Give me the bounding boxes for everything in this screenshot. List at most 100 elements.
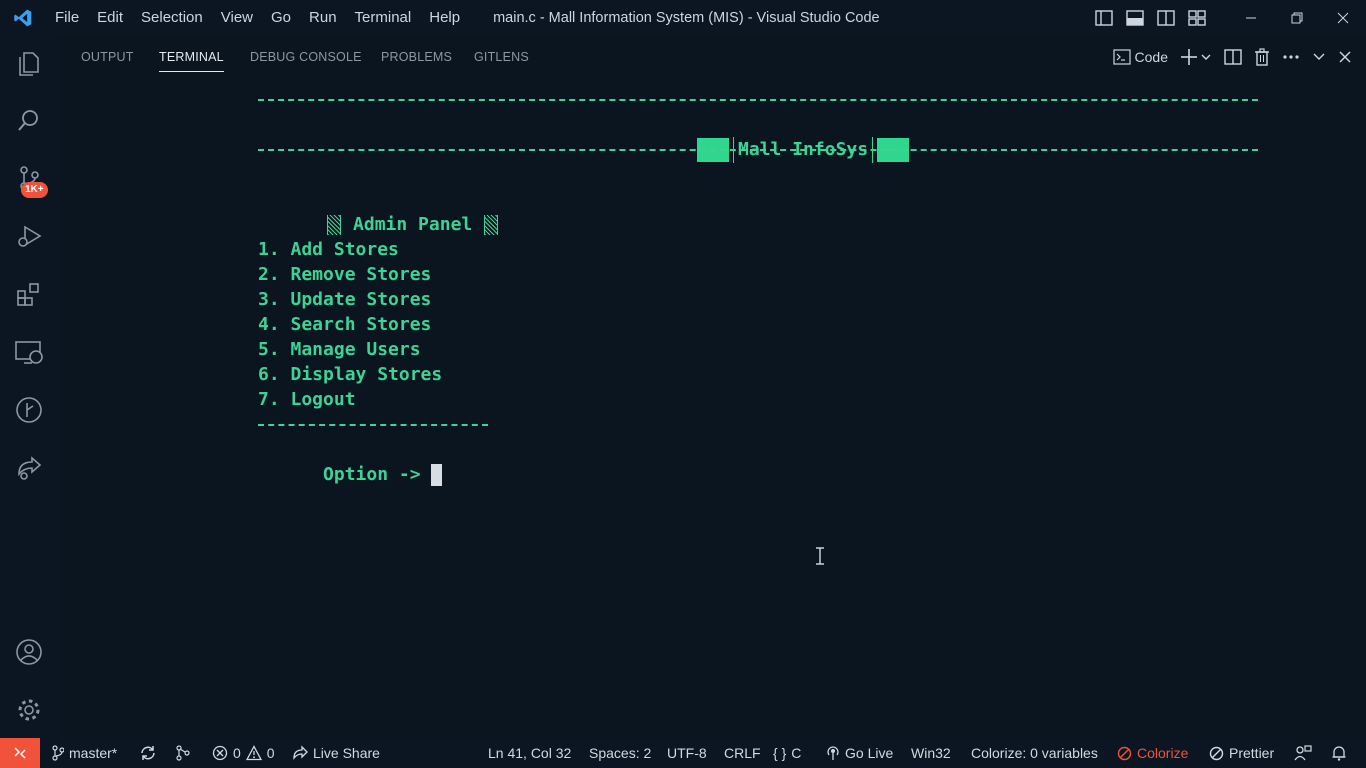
menu-option: 7. Logout <box>258 389 356 410</box>
dashed-divider <box>258 149 1258 151</box>
terminal-panel: OUTPUT TERMINAL DEBUG CONSOLE PROBLEMS G… <box>58 36 1366 738</box>
dashed-divider <box>258 99 1258 101</box>
terminal-output[interactable]: Mall InfoSys Admin Panel 1. Add Stores 2… <box>258 86 1298 706</box>
menu-run[interactable]: Run <box>300 0 346 36</box>
kill-terminal-trash-icon[interactable] <box>1248 36 1276 78</box>
menu-option: 6. Display Stores <box>258 364 443 385</box>
remote-indicator-icon[interactable] <box>0 738 40 768</box>
warning-icon <box>245 745 262 761</box>
minimize-window-icon[interactable] <box>1228 0 1274 36</box>
circle-slash-icon <box>1117 746 1132 760</box>
menu-option: 4. Search Stores <box>258 314 432 335</box>
circle-slash-icon <box>1209 746 1224 760</box>
git-graph-icon[interactable] <box>0 386 58 434</box>
new-terminal-button[interactable] <box>1174 36 1218 78</box>
toggle-primary-sidebar-icon[interactable] <box>1088 0 1119 36</box>
warning-count: 0 <box>266 745 275 761</box>
search-icon[interactable] <box>0 96 58 144</box>
live-share-icon[interactable] <box>0 444 58 492</box>
status-bar: master* 0 0 Live Share Ln 41, Col 32 Spa… <box>0 738 1366 768</box>
chevron-down-icon <box>1201 54 1211 60</box>
vscode-logo-icon <box>0 0 46 36</box>
colorize-variables[interactable]: Colorize: 0 variables <box>971 738 1098 768</box>
live-share-icon <box>293 745 308 760</box>
terminal-shell-selector[interactable]: Code <box>1107 36 1174 78</box>
toggle-secondary-sidebar-icon[interactable] <box>1150 0 1181 36</box>
menu-help[interactable]: Help <box>420 0 469 36</box>
feedback-icon[interactable] <box>1294 738 1312 768</box>
sync-icon[interactable] <box>139 738 157 768</box>
panel-header: OUTPUT TERMINAL DEBUG CONSOLE PROBLEMS G… <box>58 36 1366 78</box>
close-window-icon[interactable] <box>1320 0 1366 36</box>
scm-count-badge: 1K+ <box>21 182 48 198</box>
maximize-panel-chevron-icon[interactable] <box>1306 36 1332 78</box>
shade-block-icon <box>484 215 499 235</box>
customize-layout-icon[interactable] <box>1181 0 1212 36</box>
error-icon <box>212 745 228 761</box>
language-label: C <box>791 745 802 761</box>
menu-option: 1. Add Stores <box>258 239 399 260</box>
platform[interactable]: Win32 <box>911 738 951 768</box>
cursor-position[interactable]: Ln 41, Col 32 <box>488 738 571 768</box>
branch-name: master* <box>69 745 118 761</box>
restore-window-icon[interactable] <box>1274 0 1320 36</box>
extensions-icon[interactable] <box>0 270 58 318</box>
colorize-label: Colorize <box>1137 745 1189 761</box>
prettier-label: Prettier <box>1229 745 1275 761</box>
menu-option: 5. Manage Users <box>258 339 421 360</box>
encoding[interactable]: UTF-8 <box>667 738 707 768</box>
git-graph-status-icon[interactable] <box>175 738 191 768</box>
indentation[interactable]: Spaces: 2 <box>589 738 651 768</box>
shell-label: Code <box>1134 49 1168 65</box>
language-mode[interactable]: { } C <box>773 738 801 768</box>
error-count: 0 <box>233 745 241 761</box>
title-bar: File Edit Selection View Go Run Terminal… <box>0 0 1366 36</box>
problems-indicator[interactable]: 0 0 <box>212 738 275 768</box>
live-share-button[interactable]: Live Share <box>292 738 380 768</box>
terminal-icon <box>1112 49 1131 65</box>
menu-selection[interactable]: Selection <box>132 0 212 36</box>
i-beam-cursor-icon <box>816 547 824 565</box>
window-title: main.c - Mall Information System (MIS) -… <box>493 10 880 26</box>
menu-go[interactable]: Go <box>262 0 300 36</box>
more-actions-icon[interactable] <box>1276 36 1306 78</box>
tab-debug-console[interactable]: DEBUG CONSOLE <box>250 36 362 78</box>
menu-option: 3. Update Stores <box>258 289 432 310</box>
tab-gitlens[interactable]: GITLENS <box>474 36 529 78</box>
end-of-line[interactable]: CRLF <box>724 738 761 768</box>
branch-indicator[interactable]: master* <box>52 738 117 768</box>
menu-edit[interactable]: Edit <box>88 0 132 36</box>
prettier-button[interactable]: Prettier <box>1209 738 1274 768</box>
remote-explorer-icon[interactable] <box>0 328 58 376</box>
shade-block-icon <box>327 215 342 235</box>
live-share-label: Live Share <box>313 745 380 761</box>
menu-file[interactable]: File <box>46 0 88 36</box>
tab-output[interactable]: OUTPUT <box>81 36 134 78</box>
split-terminal-icon[interactable] <box>1218 36 1248 78</box>
activity-bar: 1K+ <box>0 36 58 738</box>
git-branch-icon <box>52 745 64 761</box>
colorize-button[interactable]: Colorize <box>1117 738 1188 768</box>
menu-option: 2. Remove Stores <box>258 264 432 285</box>
settings-gear-icon[interactable] <box>0 686 58 734</box>
tab-problems[interactable]: PROBLEMS <box>381 36 452 78</box>
panel-title: Admin Panel <box>353 214 473 235</box>
tab-terminal[interactable]: TERMINAL <box>159 36 224 78</box>
go-live-button[interactable]: Go Live <box>826 738 893 768</box>
menu-terminal[interactable]: Terminal <box>346 0 421 36</box>
text-cursor <box>431 464 443 486</box>
prompt-line[interactable]: Option -> <box>258 437 443 512</box>
close-panel-icon[interactable] <box>1332 36 1366 78</box>
go-live-label: Go Live <box>845 745 894 761</box>
toggle-panel-icon[interactable] <box>1119 0 1150 36</box>
plus-icon <box>1181 49 1197 65</box>
run-debug-icon[interactable] <box>0 212 58 260</box>
broadcast-icon <box>827 746 839 760</box>
notifications-bell-icon[interactable] <box>1331 738 1347 768</box>
explorer-icon[interactable] <box>0 38 58 86</box>
dashed-divider <box>258 424 488 426</box>
prompt-text: Option -> <box>323 464 421 485</box>
accounts-icon[interactable] <box>0 628 58 676</box>
menu-view[interactable]: View <box>212 0 262 36</box>
braces-icon: { } <box>773 745 787 761</box>
